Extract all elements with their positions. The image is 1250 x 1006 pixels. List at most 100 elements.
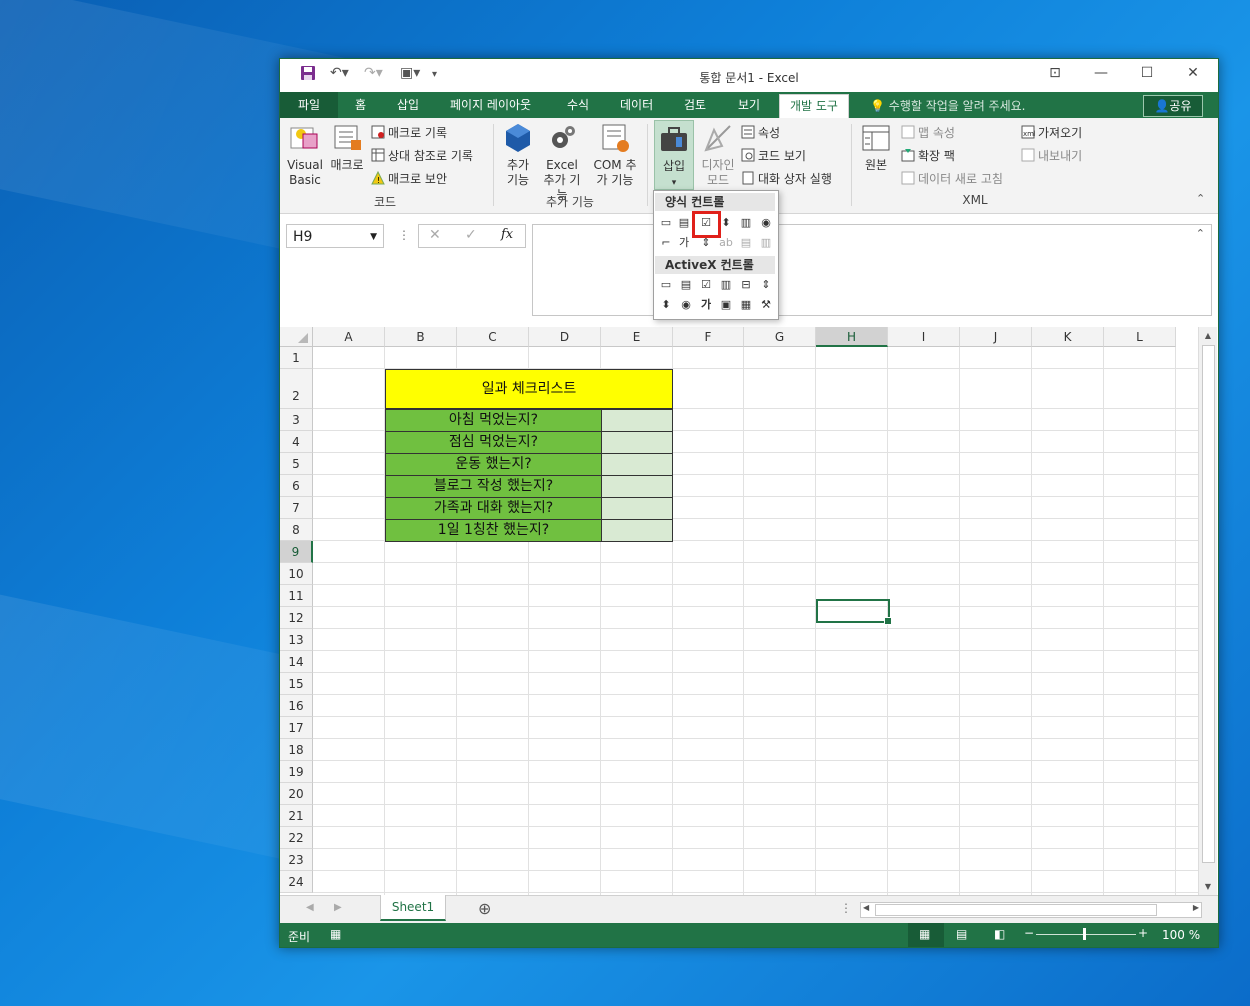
selected-cell-h9[interactable] [816,599,892,625]
addins-button[interactable]: 추가 기능 [500,122,536,188]
tab-view[interactable]: 보기 [738,96,760,113]
combo-list-form-control-icon[interactable]: ▤ [738,235,754,251]
checklist-title-cell[interactable]: 일과 체크리스트 [385,369,673,409]
refresh-data-button[interactable]: 데이터 새로 고침 [901,170,1003,187]
row-header-20[interactable]: 20 [280,783,313,805]
expansion-packs-button[interactable]: 확장 팩 [901,147,955,164]
row-header-4[interactable]: 4 [280,431,313,453]
tab-data[interactable]: 데이터 [620,96,653,113]
column-header-h[interactable]: H [816,327,888,347]
list-box-form-control-icon[interactable]: ▥ [738,215,754,231]
row-header-5[interactable]: 5 [280,453,313,475]
column-header-i[interactable]: I [888,327,960,347]
row-header-11[interactable]: 11 [280,585,313,607]
row-header-1[interactable]: 1 [280,347,313,369]
visual-basic-button[interactable]: Visual Basic [286,122,324,188]
macros-button[interactable]: 매크로 [328,122,366,173]
page-layout-view-icon[interactable]: ▤ [956,927,967,941]
column-header-c[interactable]: C [457,327,529,347]
checklist-check-cell[interactable] [601,453,673,476]
horizontal-scroll-thumb[interactable] [875,904,1157,916]
row-header-6[interactable]: 6 [280,475,313,497]
checklist-item-cell[interactable]: 1일 1칭찬 했는지? [385,519,602,542]
excel-addins-button[interactable]: Excel 추가 기능 [539,122,585,203]
collapse-formula-icon[interactable]: ⌃ [1196,227,1205,240]
list-box-activex-icon[interactable]: ▥ [718,277,734,293]
run-dialog-button[interactable]: 대화 상자 실행 [741,170,832,187]
row-header-17[interactable]: 17 [280,717,313,739]
import-button[interactable]: xml 가져오기 [1021,124,1082,141]
minimize-button[interactable]: — [1086,65,1116,81]
export-button[interactable]: 내보내기 [1021,147,1082,164]
horizontal-scrollbar[interactable]: ◀ ▶ [860,902,1202,918]
vertical-scrollbar[interactable]: ▲ ▼ [1198,327,1217,895]
sheet-tab-sheet1[interactable]: Sheet1 [380,895,446,921]
zoom-out-icon[interactable]: − [1024,926,1034,940]
row-header-12[interactable]: 12 [280,607,313,629]
column-header-g[interactable]: G [744,327,816,347]
properties-button[interactable]: 속성 [741,124,780,141]
next-sheet-icon[interactable]: ▶ [334,902,342,913]
tab-formulas[interactable]: 수식 [567,96,589,113]
column-header-j[interactable]: J [960,327,1032,347]
zoom-slider[interactable] [1036,934,1136,935]
chevron-down-icon[interactable]: ▼ [370,225,377,249]
map-properties-button[interactable]: 맵 속성 [901,124,955,141]
zoom-level[interactable]: 100 % [1162,928,1200,942]
new-sheet-icon[interactable]: ⊕ [478,899,491,918]
more-controls-activex-icon[interactable]: ⚒ [758,297,774,313]
scroll-bar-activex-icon[interactable]: ⇕ [758,277,774,293]
collapse-ribbon-icon[interactable]: ⌃ [1196,192,1205,205]
maximize-button[interactable]: ☐ [1132,65,1162,81]
insert-function-icon[interactable]: fx [501,227,513,242]
column-header-f[interactable]: F [673,327,744,347]
checklist-check-cell[interactable] [601,475,673,498]
checklist-item-cell[interactable]: 블로그 작성 했는지? [385,475,602,498]
column-header-e[interactable]: E [601,327,673,347]
select-all-corner[interactable] [280,327,313,347]
tab-page-layout[interactable]: 페이지 레이아웃 [450,96,531,113]
prev-sheet-icon[interactable]: ◀ [306,902,314,913]
checklist-check-cell[interactable] [601,409,673,432]
tab-file[interactable]: 파일 [280,92,338,118]
insert-controls-button[interactable]: 삽입 ▾ [654,120,694,190]
row-header-7[interactable]: 7 [280,497,313,519]
toggle-button-activex-icon[interactable]: ▦ [738,297,754,313]
view-code-button[interactable]: 코드 보기 [741,147,806,164]
scroll-thumb[interactable] [1202,345,1215,863]
scroll-down-icon[interactable]: ▼ [1199,882,1217,891]
column-header-d[interactable]: D [529,327,601,347]
name-box[interactable]: H9 ▼ [286,224,384,248]
checklist-item-cell[interactable]: 아침 먹었는지? [385,409,602,432]
row-header-22[interactable]: 22 [280,827,313,849]
row-header-21[interactable]: 21 [280,805,313,827]
option-button-form-control-icon[interactable]: ◉ [758,215,774,231]
scroll-left-icon[interactable]: ◀ [863,903,869,912]
scroll-up-icon[interactable]: ▲ [1199,331,1217,340]
worksheet-grid[interactable]: ABCDEFGHIJKL 1 2 3 4 5 6 7 8 9 10 11 12 13 14 15 16 17 18… [280,327,1218,895]
row-header-23[interactable]: 23 [280,849,313,871]
option-button-activex-icon[interactable]: ◉ [678,297,694,313]
normal-view-button[interactable]: ▦ [908,923,944,947]
checklist-check-cell[interactable] [601,497,673,520]
row-header-9[interactable]: 9 [280,541,313,563]
design-mode-button[interactable]: 디자인 모드 [698,122,738,188]
fill-handle[interactable] [884,617,892,625]
macro-record-icon[interactable]: ▦ [330,927,341,941]
row-header-18[interactable]: 18 [280,739,313,761]
combo-box-form-control-icon[interactable]: ▤ [676,215,692,231]
zoom-in-icon[interactable]: + [1138,926,1148,940]
checklist-item-cell[interactable]: 운동 했는지? [385,453,602,476]
row-header-3[interactable]: 3 [280,409,313,431]
row-header-15[interactable]: 15 [280,673,313,695]
xml-source-button[interactable]: 원본 [858,122,894,173]
checklist-item-cell[interactable]: 가족과 대화 했는지? [385,497,602,520]
spin-button-activex-icon[interactable]: ⬍ [658,297,674,313]
cancel-icon[interactable]: ✕ [429,227,441,243]
checklist-check-cell[interactable] [601,519,673,542]
label-form-control-icon[interactable]: 가 [676,235,692,251]
relative-reference-button[interactable]: 상대 참조로 기록 [371,147,473,164]
column-header-a[interactable]: A [313,327,385,347]
enter-icon[interactable]: ✓ [465,227,477,243]
row-header-2[interactable]: 2 [280,369,313,409]
